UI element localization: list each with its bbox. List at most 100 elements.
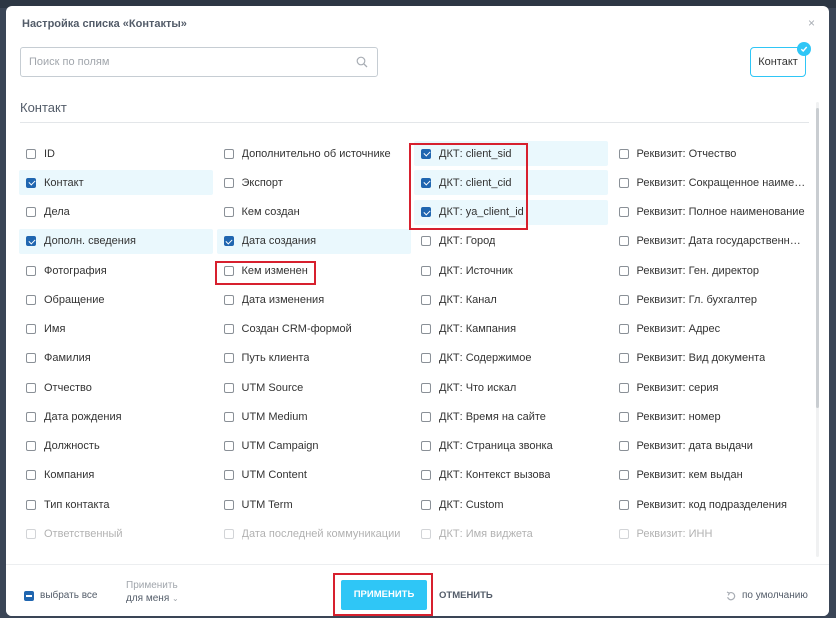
field-checkbox[interactable] [618, 528, 629, 539]
field-option[interactable]: ДКТ: ya_client_id [414, 199, 608, 225]
field-checkbox[interactable] [421, 148, 431, 159]
field-checkbox[interactable] [223, 353, 234, 364]
field-option[interactable]: Тип контакта [19, 492, 213, 517]
field-option[interactable]: Отчество [19, 375, 213, 400]
field-checkbox[interactable] [421, 441, 431, 451]
field-option[interactable]: Должность [19, 434, 213, 459]
field-option[interactable]: Реквизит: Отчество [612, 141, 806, 166]
field-checkbox[interactable] [223, 528, 234, 539]
search-input[interactable] [29, 48, 349, 76]
field-option[interactable]: Дополнительно об источнике [217, 141, 411, 166]
field-checkbox[interactable] [26, 411, 36, 422]
field-option[interactable]: ДКТ: Custom [414, 492, 608, 517]
field-option[interactable]: ДКТ: Страница звонка [414, 434, 608, 459]
field-checkbox[interactable] [223, 207, 234, 217]
field-option[interactable]: ДКТ: Город [414, 229, 608, 254]
field-checkbox[interactable] [618, 265, 629, 276]
field-option[interactable]: ДКТ: client_cid [414, 170, 608, 196]
field-option[interactable]: Экспорт [217, 170, 411, 195]
field-option[interactable]: Обращение [19, 287, 213, 312]
field-checkbox[interactable] [26, 177, 36, 188]
field-option[interactable]: Имя [19, 317, 213, 342]
entity-contact-button[interactable]: Контакт [750, 42, 811, 77]
field-option[interactable]: UTM Term [217, 492, 411, 517]
field-option[interactable]: Дата последней коммуникации [217, 521, 411, 546]
field-option[interactable]: ДКТ: Канал [414, 287, 608, 312]
field-option[interactable]: Фамилия [19, 346, 213, 371]
field-option[interactable]: Реквизит: номер [612, 404, 806, 429]
field-option[interactable]: Путь клиента [217, 346, 411, 371]
field-option[interactable]: Реквизит: Ген. директор [612, 258, 806, 283]
field-option[interactable]: ID [19, 141, 213, 166]
field-checkbox[interactable] [26, 294, 36, 305]
field-option[interactable]: Реквизит: кем выдан [612, 463, 806, 488]
field-option[interactable]: Дела [19, 200, 213, 225]
search-field[interactable] [20, 47, 378, 77]
field-option[interactable]: Реквизит: серия [612, 375, 806, 400]
field-checkbox[interactable] [223, 236, 234, 247]
field-checkbox[interactable] [421, 411, 431, 422]
field-option[interactable]: Реквизит: ИНН [612, 521, 806, 546]
field-option[interactable]: Ответственный [19, 521, 213, 546]
field-option[interactable]: Дата создания [216, 228, 411, 254]
field-checkbox[interactable] [223, 324, 234, 334]
field-checkbox[interactable] [26, 441, 36, 451]
field-checkbox[interactable] [223, 294, 234, 305]
field-option[interactable]: Контакт [19, 170, 213, 196]
field-option[interactable]: ДКТ: Что искал [414, 375, 608, 400]
field-checkbox[interactable] [223, 382, 234, 393]
field-option[interactable]: ДКТ: Время на сайте [414, 404, 608, 429]
field-option[interactable]: ДКТ: Имя виджета [414, 521, 608, 546]
field-checkbox[interactable] [421, 528, 431, 539]
field-checkbox[interactable] [421, 353, 431, 364]
field-checkbox[interactable] [618, 382, 629, 393]
field-checkbox[interactable] [223, 499, 234, 510]
apply-for-value[interactable]: для меня ⌄ [126, 592, 179, 605]
field-checkbox[interactable] [223, 441, 234, 451]
field-option[interactable]: ДКТ: Содержимое [414, 346, 608, 371]
field-option[interactable]: Реквизит: Вид документа [612, 346, 806, 371]
field-checkbox[interactable] [223, 470, 234, 481]
field-checkbox[interactable] [26, 528, 36, 539]
field-option[interactable]: Дата рождения [19, 404, 213, 429]
apply-button[interactable]: ПРИМЕНИТЬ [341, 580, 427, 610]
field-checkbox[interactable] [618, 294, 629, 305]
field-checkbox[interactable] [618, 411, 629, 422]
select-all-toggle[interactable]: выбрать все [24, 590, 97, 601]
field-checkbox[interactable] [26, 207, 36, 217]
field-option[interactable]: Создан CRM-формой [217, 317, 411, 342]
field-checkbox[interactable] [421, 236, 431, 247]
search-icon[interactable] [356, 56, 368, 68]
field-option[interactable]: Дата изменения [217, 287, 411, 312]
field-checkbox[interactable] [618, 177, 629, 188]
field-checkbox[interactable] [223, 177, 234, 188]
field-option[interactable]: Дополн. сведения [19, 228, 213, 254]
field-checkbox[interactable] [421, 324, 431, 334]
field-checkbox[interactable] [26, 353, 36, 364]
field-checkbox[interactable] [618, 470, 629, 481]
field-checkbox[interactable] [26, 324, 36, 334]
field-checkbox[interactable] [223, 265, 234, 276]
field-option[interactable]: Реквизит: Гл. бухгалтер [612, 287, 806, 312]
field-checkbox[interactable] [223, 148, 234, 159]
field-checkbox[interactable] [618, 207, 629, 217]
apply-for-selector[interactable]: Применить для меня ⌄ [126, 579, 179, 605]
field-option[interactable]: Кем изменен [217, 258, 411, 283]
field-option[interactable]: UTM Medium [217, 404, 411, 429]
field-checkbox[interactable] [618, 324, 629, 334]
field-option[interactable]: Компания [19, 463, 213, 488]
field-checkbox[interactable] [26, 236, 36, 247]
field-checkbox[interactable] [618, 148, 629, 159]
field-checkbox[interactable] [421, 499, 431, 510]
field-checkbox[interactable] [421, 382, 431, 393]
field-checkbox[interactable] [421, 294, 431, 305]
field-option[interactable]: ДКТ: client_sid [414, 141, 608, 166]
field-option[interactable]: Реквизит: Полное наименование [612, 200, 806, 225]
field-option[interactable]: Кем создан [217, 200, 411, 225]
field-option[interactable]: Реквизит: дата выдачи [612, 434, 806, 459]
field-checkbox[interactable] [421, 207, 431, 217]
field-checkbox[interactable] [421, 265, 431, 276]
field-checkbox[interactable] [26, 382, 36, 393]
field-checkbox[interactable] [618, 441, 629, 451]
field-option[interactable]: Реквизит: Дата государственной регистрац… [612, 229, 806, 254]
